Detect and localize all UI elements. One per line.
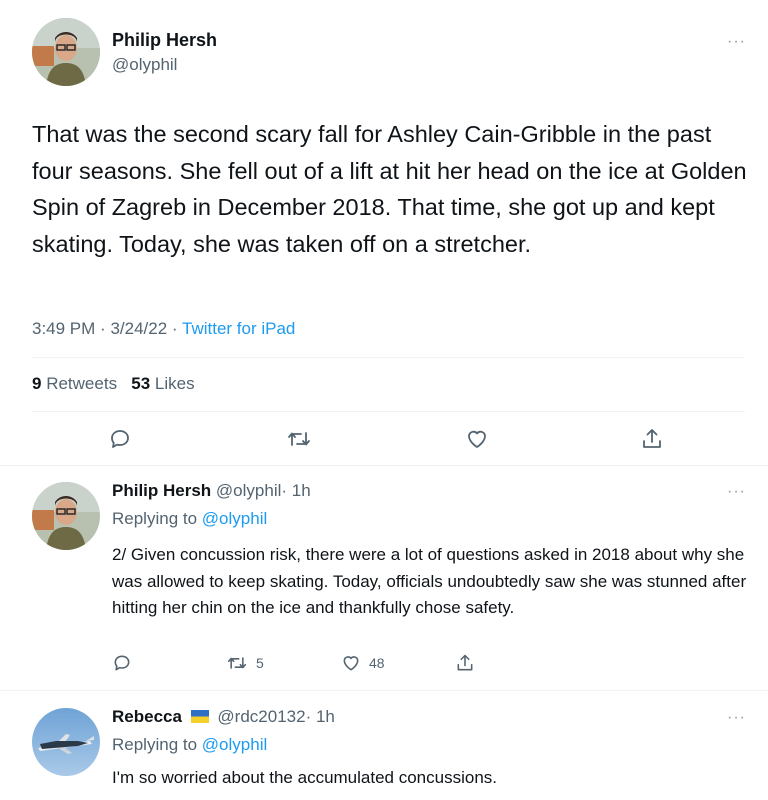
reply-text: 2/ Given concussion risk, there were a l…: [112, 545, 747, 617]
divider: [0, 690, 768, 691]
heart-icon[interactable]: [465, 427, 489, 451]
likes-label: Likes: [154, 374, 195, 393]
author-handle[interactable]: @olyphil: [112, 55, 177, 75]
tweet-source[interactable]: Twitter for iPad: [182, 319, 295, 338]
avatar[interactable]: [32, 18, 100, 86]
likes-count: 53: [131, 374, 151, 393]
reply-text: I'm so worried about the accumulated con…: [112, 768, 497, 787]
replying-to-handle[interactable]: @olyphil: [202, 735, 267, 754]
avatar[interactable]: [32, 708, 100, 776]
replying-to-handle[interactable]: @olyphil: [202, 509, 267, 528]
author-handle[interactable]: @rdc20132: [217, 707, 305, 726]
divider: [32, 411, 745, 412]
ukraine-flag-icon: [190, 708, 209, 723]
retweet-icon[interactable]: [286, 427, 312, 451]
meta-separator: ·: [100, 319, 106, 338]
retweets-stat[interactable]: 9 Retweets: [32, 374, 117, 393]
tweet-meta: 3:49 PM · 3/24/22 · Twitter for iPad: [32, 319, 295, 339]
replying-to-label: Replying to: [112, 509, 198, 528]
more-icon[interactable]: ···: [727, 484, 746, 500]
reply-age[interactable]: · 1h: [281, 481, 310, 500]
meta-separator: ·: [171, 319, 178, 338]
share-icon[interactable]: [455, 653, 475, 673]
heart-icon[interactable]: [341, 653, 361, 673]
divider: [0, 465, 768, 466]
tweet-time: 3:49 PM: [32, 319, 96, 338]
more-icon[interactable]: ···: [727, 710, 746, 726]
replying-to-label: Replying to: [112, 735, 198, 754]
replying-to: Replying to @olyphil: [112, 735, 267, 755]
reply-header: Rebecca @rdc20132· 1h: [112, 707, 335, 727]
likes-stat[interactable]: 53 Likes: [131, 374, 194, 393]
reply-age[interactable]: · 1h: [306, 707, 335, 726]
avatar[interactable]: [32, 482, 100, 550]
tweet-text: That was the second scary fall for Ashle…: [32, 121, 747, 257]
reply-header: Philip Hersh @olyphil· 1h: [112, 481, 311, 501]
retweet-count: 5: [256, 655, 264, 671]
engagement-stats: 9 Retweets 53 Likes: [32, 374, 195, 394]
more-icon[interactable]: ···: [727, 34, 746, 50]
reply-icon[interactable]: [112, 653, 132, 673]
tweet-date[interactable]: 3/24/22: [110, 319, 167, 338]
reply-icon[interactable]: [108, 427, 132, 451]
divider: [32, 357, 745, 358]
author-name[interactable]: Rebecca: [112, 707, 182, 726]
author-handle[interactable]: @olyphil: [216, 481, 281, 500]
author-name[interactable]: Philip Hersh: [112, 30, 217, 51]
author-name[interactable]: Philip Hersh: [112, 481, 211, 500]
retweets-count: 9: [32, 374, 42, 393]
share-icon[interactable]: [640, 427, 664, 451]
retweets-label: Retweets: [46, 374, 118, 393]
like-count: 48: [369, 655, 385, 671]
retweet-icon[interactable]: [226, 653, 248, 673]
replying-to: Replying to @olyphil: [112, 509, 267, 529]
